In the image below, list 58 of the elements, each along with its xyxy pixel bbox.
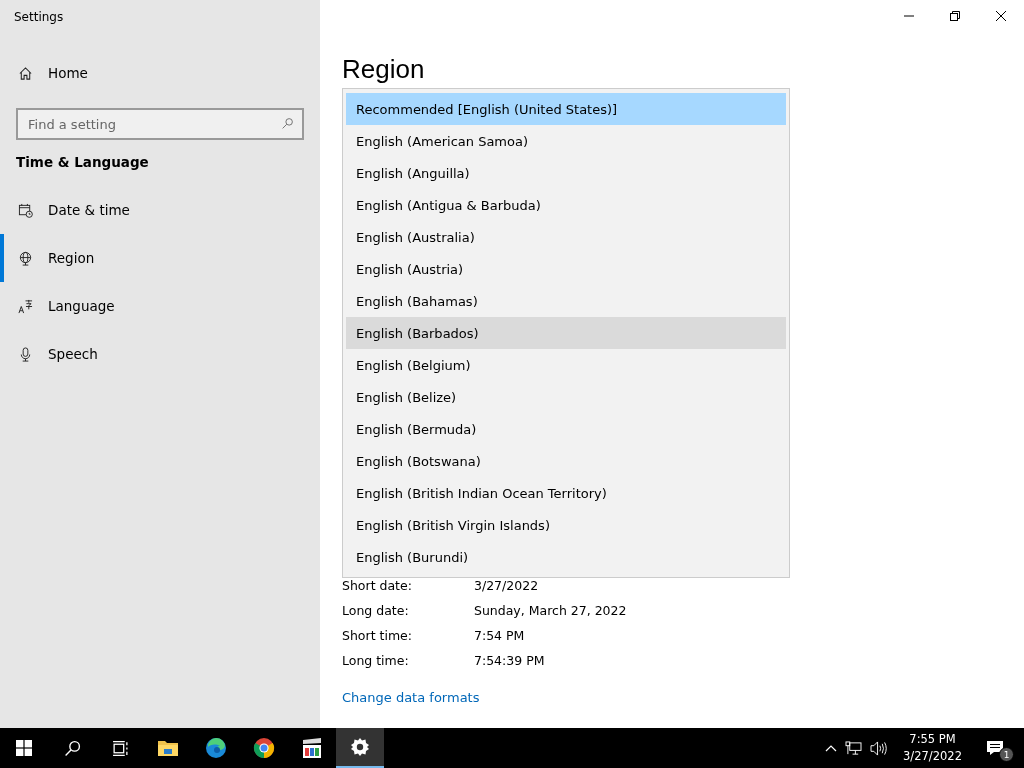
language-icon: [18, 298, 33, 314]
clock-date: 3/27/2022: [903, 748, 962, 765]
dropdown-option[interactable]: English (Australia): [346, 221, 786, 253]
clock-time: 7:55 PM: [909, 731, 956, 748]
format-label: Short time:: [342, 628, 413, 643]
dropdown-option[interactable]: English (Antigua & Barbuda): [346, 189, 786, 221]
folder-icon: [157, 739, 179, 757]
dropdown-option[interactable]: English (Burundi): [346, 541, 786, 573]
windows-logo-icon: [16, 740, 32, 756]
format-value: 7:54:39 PM: [474, 653, 545, 668]
restore-icon: [949, 10, 961, 22]
format-label: Short date:: [342, 578, 413, 593]
sidebar-item[interactable]: Region: [0, 234, 320, 282]
change-formats-link[interactable]: Change data formats: [342, 690, 480, 705]
calendar-icon: [18, 202, 33, 218]
format-value: 3/27/2022: [474, 578, 539, 593]
chrome-icon: [253, 737, 275, 759]
microphone-icon: [18, 346, 33, 362]
network-icon[interactable]: [845, 740, 863, 756]
dropdown-option[interactable]: English (Belgium): [346, 349, 786, 381]
gear-icon: [350, 737, 370, 757]
dropdown-option[interactable]: English (American Samoa): [346, 125, 786, 157]
dropdown-option[interactable]: English (Anguilla): [346, 157, 786, 189]
sidebar-item[interactable]: Speech: [0, 330, 320, 378]
sidebar-item[interactable]: Language: [0, 282, 320, 330]
sidebar-item[interactable]: Date & time: [0, 186, 320, 234]
dropdown-option[interactable]: English (Belize): [346, 381, 786, 413]
notification-icon[interactable]: [986, 740, 1004, 756]
notification-badge: 1: [999, 747, 1014, 762]
dropdown-option[interactable]: Recommended [English (United States)]: [346, 93, 786, 125]
search-field[interactable]: Find a setting: [16, 108, 304, 140]
speaker-icon[interactable]: [870, 740, 888, 756]
taskbar-settings-button[interactable]: [336, 728, 384, 768]
dropdown-option[interactable]: English (British Virgin Islands): [346, 509, 786, 541]
dropdown-option[interactable]: English (Botswana): [346, 445, 786, 477]
dropdown-option[interactable]: English (Bermuda): [346, 413, 786, 445]
dropdown-option[interactable]: English (Barbados): [346, 317, 786, 349]
window-title: Settings: [13, 9, 65, 26]
close-icon: [995, 10, 1007, 22]
home-icon: [18, 65, 33, 81]
format-label: Long date:: [342, 603, 410, 618]
format-value: Sunday, March 27, 2022: [474, 603, 627, 618]
search-icon: [63, 739, 81, 757]
dropdown-option[interactable]: English (Bahamas): [346, 285, 786, 317]
format-label: Long time:: [342, 653, 410, 668]
edge-icon: [205, 737, 227, 759]
task-view-icon: [111, 739, 129, 757]
dropdown-option[interactable]: English (Austria): [346, 253, 786, 285]
home-link[interactable]: Home: [0, 49, 320, 97]
format-value: 7:54 PM: [474, 628, 525, 643]
globe-icon: [18, 250, 33, 266]
page-title: Region: [342, 54, 426, 85]
chevron-up-icon[interactable]: [825, 744, 838, 752]
media-player-icon: [301, 737, 323, 759]
section-heading: Time & Language: [15, 153, 150, 172]
clock[interactable]: 7:55 PM 3/27/2022: [895, 731, 970, 765]
dropdown-option[interactable]: English (British Indian Ocean Territory): [346, 477, 786, 509]
search-icon: [281, 117, 294, 130]
